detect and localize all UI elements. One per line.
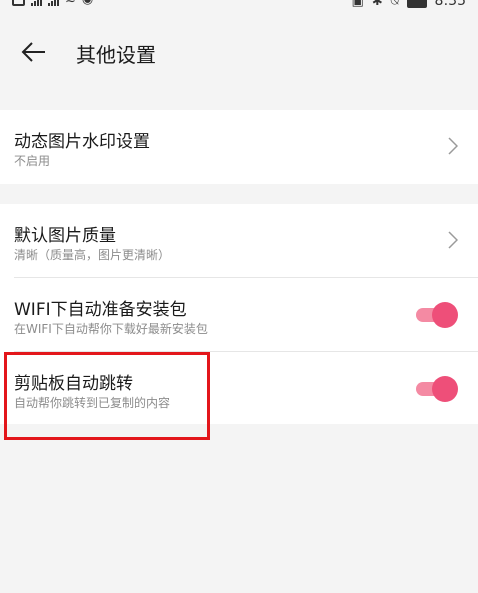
signal-icon-2	[48, 0, 59, 6]
battery-icon	[406, 0, 427, 8]
clipboard-jump-title: 剪贴板自动跳转	[14, 374, 133, 394]
wifi-download-toggle[interactable]	[416, 302, 458, 328]
dynamic-watermark-title: 动态图片水印设置	[14, 132, 150, 152]
back-arrow-icon	[21, 42, 45, 62]
clipboard-jump-setting: 剪贴板自动跳转 自动帮你跳转到已复制的内容	[0, 352, 478, 426]
wifi-download-title: WIFI下自动准备安装包	[14, 300, 187, 320]
nfc-icon: ▣	[351, 0, 364, 9]
eye-icon: ◉	[82, 0, 93, 6]
mute-icon: ⍉	[390, 0, 399, 9]
clipboard-jump-subtitle: 自动帮你跳转到已复制的内容	[14, 396, 171, 410]
dynamic-watermark-setting[interactable]: 动态图片水印设置 不启用	[0, 110, 478, 184]
clipboard-jump-toggle[interactable]	[416, 376, 458, 402]
bluetooth-icon: ✱	[371, 0, 383, 9]
wifi-download-setting: WIFI下自动准备安装包 在WIFI下自动帮你下载好最新安装包	[0, 278, 478, 352]
status-bar: ≋ ◉ ▣ ✱ ⍉ 8:35	[0, 0, 478, 14]
dynamic-watermark-subtitle: 不启用	[14, 154, 51, 168]
toggle-knob	[432, 302, 458, 328]
hd-icon	[12, 0, 25, 6]
image-quality-setting[interactable]: 默认图片质量 清晰（质量高，图片更清晰）	[0, 204, 478, 278]
status-left-icons: ≋ ◉	[12, 0, 93, 6]
toggle-knob	[432, 376, 458, 402]
wifi-icon: ≋	[65, 0, 76, 6]
chevron-right-icon	[448, 231, 458, 249]
status-right-icons: ▣ ✱ ⍉ 8:35	[352, 0, 466, 8]
page-title: 其他设置	[76, 43, 156, 67]
header: 其他设置	[0, 14, 478, 88]
chevron-right-icon	[448, 137, 458, 155]
signal-icon	[31, 0, 42, 6]
image-quality-title: 默认图片质量	[14, 226, 116, 246]
settings-group-general: 默认图片质量 清晰（质量高，图片更清晰） WIFI下自动准备安装包 在WIFI下…	[0, 204, 478, 424]
back-button[interactable]	[20, 38, 48, 66]
image-quality-subtitle: 清晰（质量高，图片更清晰）	[14, 248, 171, 262]
status-time: 8:35	[434, 0, 466, 9]
settings-group-watermark: 动态图片水印设置 不启用	[0, 110, 478, 184]
wifi-download-subtitle: 在WIFI下自动帮你下载好最新安装包	[14, 322, 208, 336]
